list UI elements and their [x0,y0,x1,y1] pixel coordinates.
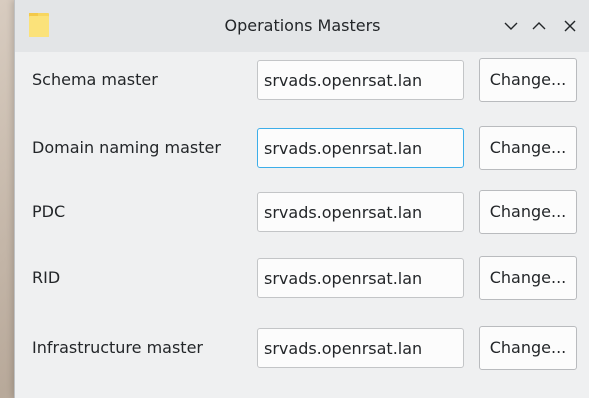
schema-master-change-button[interactable]: Change... [479,58,577,102]
pdc-row: PDC Change... [15,190,589,234]
rid-field[interactable] [257,258,464,298]
rid-change-button[interactable]: Change... [479,256,577,300]
chevron-down-icon [504,22,518,30]
close-icon [564,20,576,32]
pdc-field[interactable] [257,192,464,232]
rid-row: RID Change... [15,256,589,300]
schema-master-label: Schema master [32,70,158,89]
infrastructure-master-row: Infrastructure master Change... [15,326,589,370]
domain-naming-master-field[interactable] [257,128,464,168]
maximize-button[interactable] [529,16,549,36]
close-button[interactable] [560,16,580,36]
domain-naming-master-row: Domain naming master Change... [15,126,589,170]
infrastructure-master-change-button[interactable]: Change... [479,326,577,370]
folder-icon [29,12,49,38]
chevron-up-icon [532,22,546,30]
schema-master-row: Schema master Change... [15,58,589,102]
schema-master-field[interactable] [257,60,464,100]
pdc-change-button[interactable]: Change... [479,190,577,234]
minimize-button[interactable] [501,16,521,36]
domain-naming-master-change-button[interactable]: Change... [479,126,577,170]
domain-naming-master-label: Domain naming master [32,138,221,157]
infrastructure-master-field[interactable] [257,328,464,368]
infrastructure-master-label: Infrastructure master [32,338,203,357]
title-bar[interactable]: Operations Masters [15,0,589,52]
pdc-label: PDC [32,202,66,221]
operations-masters-window: Operations Masters Schema master Change.… [14,0,589,398]
rid-label: RID [32,268,61,287]
